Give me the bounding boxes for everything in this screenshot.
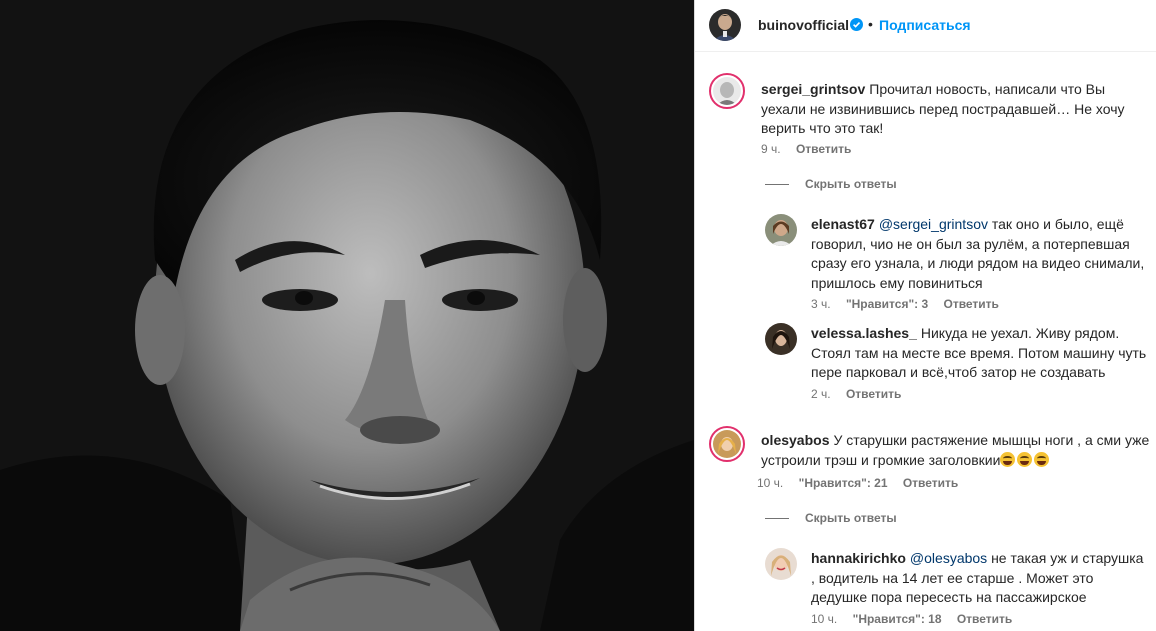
hide-replies-button[interactable]: Скрыть ответы bbox=[765, 177, 897, 191]
commenter-avatar[interactable] bbox=[765, 214, 797, 246]
reply-button[interactable]: Ответить bbox=[943, 297, 998, 311]
comments-panel: buinovofficial • Подписаться sergei_grin… bbox=[695, 0, 1156, 631]
comment-meta: 2 ч. Ответить bbox=[811, 387, 913, 401]
author-avatar[interactable] bbox=[709, 9, 741, 41]
comment-username[interactable]: elenast67 bbox=[811, 216, 875, 232]
grinning-sweat-emoji-icon bbox=[1034, 451, 1050, 467]
replies-line bbox=[765, 518, 789, 520]
comment-time[interactable]: 10 ч. bbox=[811, 612, 837, 626]
commenter-avatar[interactable] bbox=[709, 426, 745, 462]
commenter-avatar[interactable] bbox=[709, 73, 745, 109]
comment-meta: 10 ч. "Нравится": 18 Ответить bbox=[811, 612, 1024, 626]
reply-button[interactable]: Ответить bbox=[846, 387, 901, 401]
verified-badge-icon bbox=[850, 18, 863, 31]
post-photo[interactable] bbox=[0, 0, 694, 631]
comment-time[interactable]: 9 ч. bbox=[761, 142, 781, 156]
follow-button[interactable]: Подписаться bbox=[879, 17, 971, 33]
portrait-image bbox=[0, 0, 694, 631]
comment-username[interactable]: hannakirichko bbox=[811, 550, 906, 566]
comment-time[interactable]: 10 ч. bbox=[757, 476, 783, 490]
comment-time[interactable]: 2 ч. bbox=[811, 387, 831, 401]
likes-count[interactable]: "Нравится": 18 bbox=[853, 612, 942, 626]
comment-item: sergei_grintsov Прочитал новость, написал… bbox=[709, 73, 1149, 163]
reply-item: elenast67 @sergei_grintsov так оно и было… bbox=[765, 214, 1150, 314]
hide-replies-label: Скрыть ответы bbox=[805, 177, 897, 191]
comment-username[interactable]: olesyabos bbox=[761, 432, 829, 448]
reply-button[interactable]: Ответить bbox=[903, 476, 958, 490]
reply-button[interactable]: Ответить bbox=[957, 612, 1012, 626]
grinning-sweat-emoji-icon bbox=[1017, 451, 1033, 467]
comment-username[interactable]: velessa.lashes_ bbox=[811, 325, 917, 341]
commenter-avatar[interactable] bbox=[765, 323, 797, 355]
mention-link[interactable]: @sergei_grintsov bbox=[879, 216, 988, 232]
comment-meta: 9 ч. Ответить bbox=[761, 142, 863, 156]
reply-button[interactable]: Ответить bbox=[796, 142, 851, 156]
hide-replies-label: Скрыть ответы bbox=[805, 511, 897, 525]
comment-meta: 10 ч. "Нравится": 21 Ответить bbox=[757, 476, 970, 490]
comment-time[interactable]: 3 ч. bbox=[811, 297, 831, 311]
hide-replies-button[interactable]: Скрыть ответы bbox=[765, 511, 897, 525]
likes-count[interactable]: "Нравится": 3 bbox=[846, 297, 928, 311]
commenter-avatar[interactable] bbox=[765, 548, 797, 580]
comment-meta: 3 ч. "Нравится": 3 Ответить bbox=[811, 297, 1011, 311]
post-header: buinovofficial • Подписаться bbox=[695, 0, 1156, 52]
grinning-sweat-emoji-icon bbox=[1000, 451, 1016, 467]
reply-item: velessa.lashes_ Никуда не уехал. Живу ряд… bbox=[765, 323, 1150, 408]
separator-dot: • bbox=[868, 16, 873, 32]
likes-count[interactable]: "Нравится": 21 bbox=[799, 476, 888, 490]
reply-item: hannakirichko @olesyabos не такая уж и ст… bbox=[765, 548, 1150, 631]
comment-item: olesyabos У старушки растяжение мышцы ног… bbox=[709, 426, 1149, 496]
comment-username[interactable]: sergei_grintsov bbox=[761, 81, 865, 97]
author-username[interactable]: buinovofficial bbox=[758, 17, 849, 33]
mention-link[interactable]: @olesyabos bbox=[910, 550, 987, 566]
replies-line bbox=[765, 184, 789, 186]
